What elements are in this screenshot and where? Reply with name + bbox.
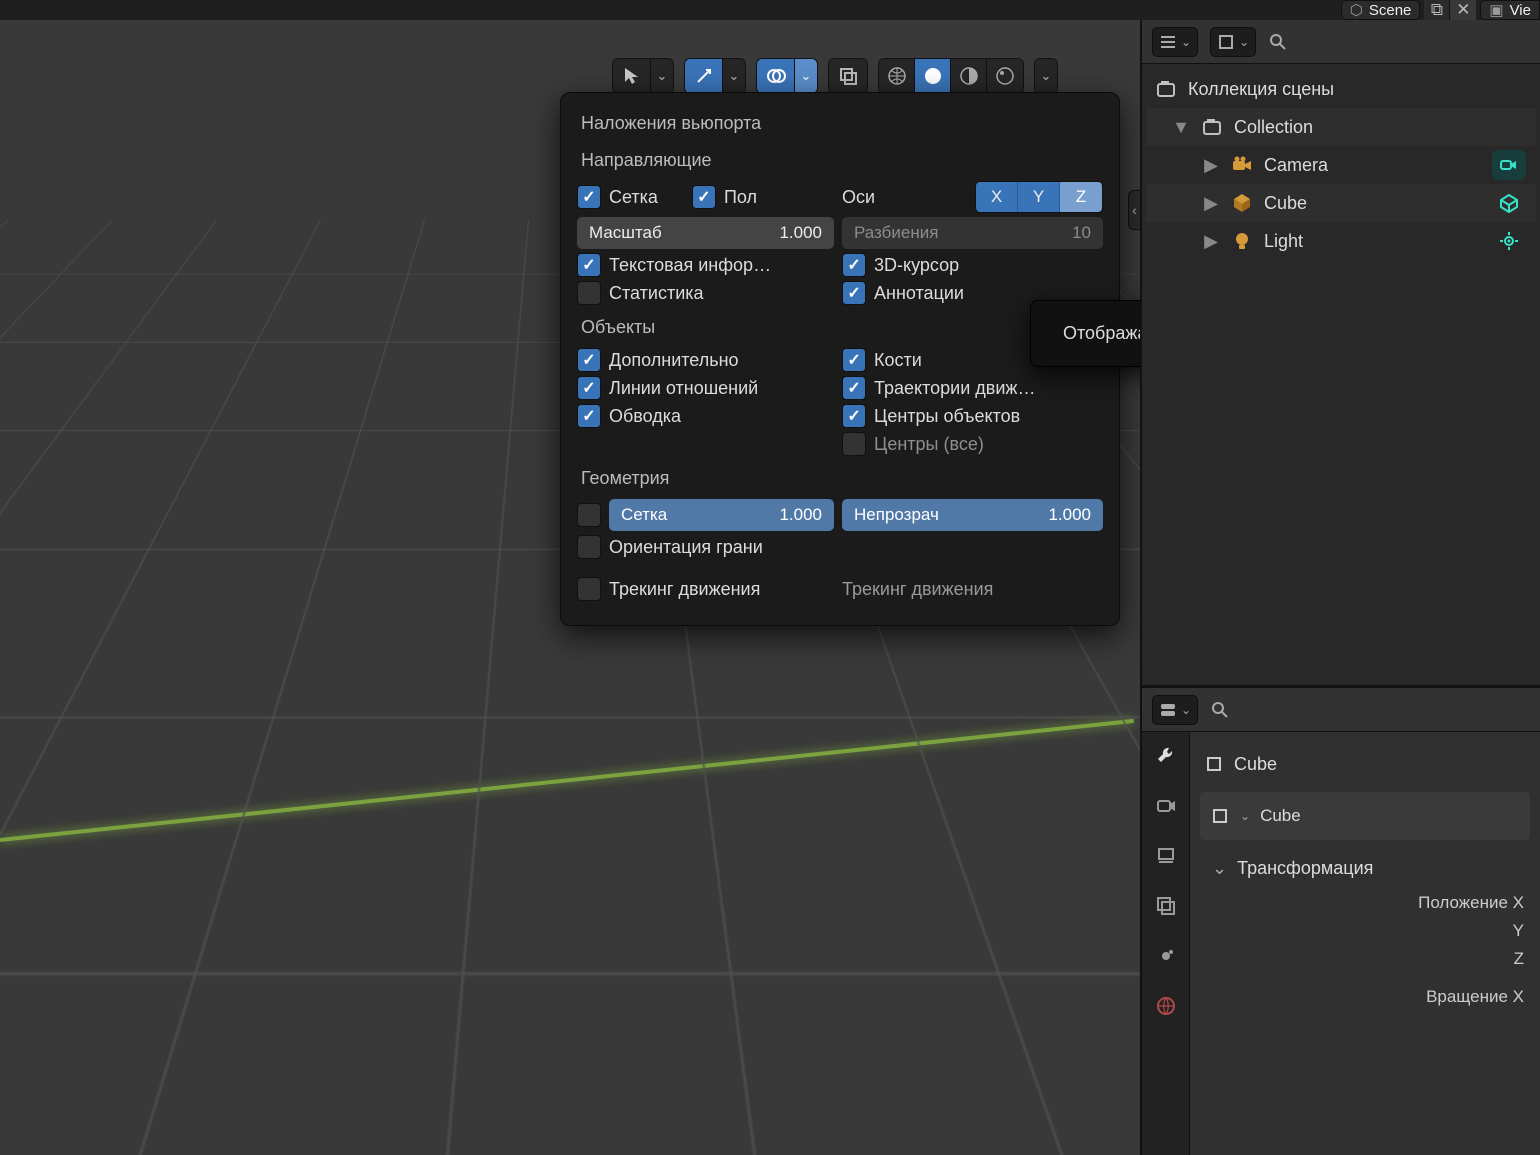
viewlayer-selector[interactable]: ▣ Vie [1480, 0, 1540, 20]
chevron-right-icon[interactable]: ▶ [1202, 231, 1220, 252]
camera-icon [1228, 151, 1256, 179]
viewport-toolbar: ⌄ ⌄ ⌄ ⌄ [612, 58, 1058, 94]
opacity-field[interactable]: Непрозрач 1.000 [842, 499, 1103, 531]
cursor3d-checkbox[interactable] [842, 253, 866, 277]
gizmo-button[interactable]: ⌄ [684, 58, 746, 94]
axes-buttons: X Y Z [975, 181, 1103, 213]
tree-cube[interactable]: ▶ Cube [1146, 184, 1536, 222]
properties-header: ⌄ [1142, 688, 1540, 732]
floor-checkbox[interactable] [692, 185, 716, 209]
rotation-x-label: Вращение X [1264, 987, 1524, 1007]
motion-paths-checkbox[interactable] [842, 376, 866, 400]
tab-output-icon[interactable] [1152, 842, 1180, 870]
object-name-field[interactable]: ⌄ Cube [1200, 792, 1530, 840]
collection-icon [1198, 113, 1226, 141]
geometry-header: Геометрия [581, 468, 1099, 489]
motion-tracking-checkbox[interactable] [577, 577, 601, 601]
axis-x-button[interactable]: X [976, 182, 1018, 212]
textinfo-checkbox[interactable] [577, 253, 601, 277]
centers-all-checkbox[interactable] [842, 432, 866, 456]
cursor3d-label: 3D-курсор [874, 255, 959, 276]
extras-checkbox[interactable] [577, 348, 601, 372]
object-centers-checkbox[interactable] [842, 404, 866, 428]
outline-checkbox[interactable] [577, 404, 601, 428]
objects-header: Объекты [581, 317, 1099, 338]
location-y-label: Y [1264, 921, 1524, 941]
shading-rendered-icon[interactable] [987, 59, 1023, 93]
statistics-label: Статистика [609, 283, 704, 304]
guides-header: Направляющие [581, 150, 1099, 171]
face-orientation-checkbox[interactable] [577, 535, 601, 559]
properties-panel: ⌄ Cube ⌄ Cube Трансформация [1142, 688, 1540, 1155]
outliner-mode-dropdown[interactable]: ⌄ [1152, 27, 1198, 57]
properties-tabs [1142, 688, 1190, 1155]
right-column: ⌄ ⌄ Коллекция сцены ▼ Coll [1140, 20, 1540, 1155]
camera-data-icon[interactable] [1492, 150, 1526, 180]
chevron-right-icon[interactable]: ▶ [1202, 155, 1220, 176]
scene-close-button[interactable]: ✕ [1450, 0, 1476, 20]
tab-scene-icon[interactable] [1152, 992, 1180, 1020]
scene-name: Scene [1369, 2, 1412, 19]
tree-scene-collection[interactable]: Коллекция сцены [1146, 70, 1536, 108]
top-bar: ⬡ Scene ⧉ ✕ ▣ Vie [0, 0, 1540, 20]
mesh-icon [1228, 189, 1256, 217]
axes-label: Оси [842, 187, 875, 208]
axis-z-button[interactable]: Z [1060, 182, 1102, 212]
outliner-header: ⌄ ⌄ [1142, 20, 1540, 64]
tree-light[interactable]: ▶ Light [1146, 222, 1536, 260]
scene-selector[interactable]: ⬡ Scene [1341, 0, 1421, 20]
annotations-label: Аннотации [874, 283, 964, 304]
outliner-search[interactable] [1268, 32, 1530, 52]
properties-body: Cube ⌄ Cube Трансформация Положение X Y … [1190, 688, 1540, 1155]
shading-wireframe-icon[interactable] [879, 59, 915, 93]
breadcrumb: Cube [1190, 742, 1540, 786]
location-z-label: Z [1264, 949, 1524, 969]
location-x-label: Положение X [1264, 893, 1524, 913]
floor-label: Пол [724, 187, 757, 208]
tab-render-icon[interactable] [1152, 792, 1180, 820]
mesh-data-icon[interactable] [1492, 188, 1526, 218]
shading-solid-icon[interactable] [915, 59, 951, 93]
shading-dropdown[interactable]: ⌄ [1034, 58, 1058, 94]
light-icon [1228, 227, 1256, 255]
object-icon [1204, 754, 1224, 774]
tab-viewlayer-icon[interactable] [1152, 892, 1180, 920]
statistics-checkbox[interactable] [577, 281, 601, 305]
grid-label: Сетка [609, 187, 658, 208]
tree-collection[interactable]: ▼ Collection [1146, 108, 1536, 146]
properties-search[interactable] [1210, 700, 1530, 720]
selectability-dropdown[interactable]: ⌄ [612, 58, 674, 94]
scale-field[interactable]: Масштаб 1.000 [577, 217, 834, 249]
chevron-down-icon[interactable]: ▼ [1172, 117, 1190, 138]
collection-icon [1152, 75, 1180, 103]
annotations-checkbox[interactable] [842, 281, 866, 305]
scene-copy-button[interactable]: ⧉ [1424, 0, 1450, 20]
wireframe-opacity-field[interactable]: Сетка 1.000 [609, 499, 834, 531]
rel-lines-checkbox[interactable] [577, 376, 601, 400]
subdivisions-field[interactable]: Разбиения 10 [842, 217, 1103, 249]
object-icon [1210, 806, 1230, 826]
popover-title: Наложения вьюпорта [581, 113, 1099, 134]
tab-tool-icon[interactable] [1152, 742, 1180, 770]
bones-checkbox[interactable] [842, 348, 866, 372]
textinfo-label: Текстовая инфор… [609, 255, 771, 276]
tree-camera[interactable]: ▶ Camera [1146, 146, 1536, 184]
outliner-tree: Коллекция сцены ▼ Collection ▶ Camera [1142, 64, 1540, 266]
shading-mode[interactable] [878, 58, 1024, 94]
light-data-icon[interactable] [1492, 226, 1526, 256]
axis-y-button[interactable]: Y [1018, 182, 1060, 212]
wireframe-checkbox[interactable] [577, 503, 601, 527]
outliner: ⌄ ⌄ Коллекция сцены ▼ Coll [1142, 20, 1540, 688]
tab-world-icon[interactable] [1152, 942, 1180, 970]
shading-matpreview-icon[interactable] [951, 59, 987, 93]
transform-panel-title[interactable]: Трансформация [1190, 840, 1540, 889]
outliner-display-dropdown[interactable]: ⌄ [1210, 27, 1256, 57]
grid-checkbox[interactable] [577, 185, 601, 209]
properties-mode-dropdown[interactable]: ⌄ [1152, 695, 1198, 725]
viewport-sidebar-toggle[interactable]: ‹ [1128, 190, 1140, 230]
xray-button[interactable] [828, 58, 868, 94]
viewlayer-name: Vie [1510, 2, 1531, 19]
overlays-button[interactable]: ⌄ [756, 58, 818, 94]
chevron-right-icon[interactable]: ▶ [1202, 193, 1220, 214]
